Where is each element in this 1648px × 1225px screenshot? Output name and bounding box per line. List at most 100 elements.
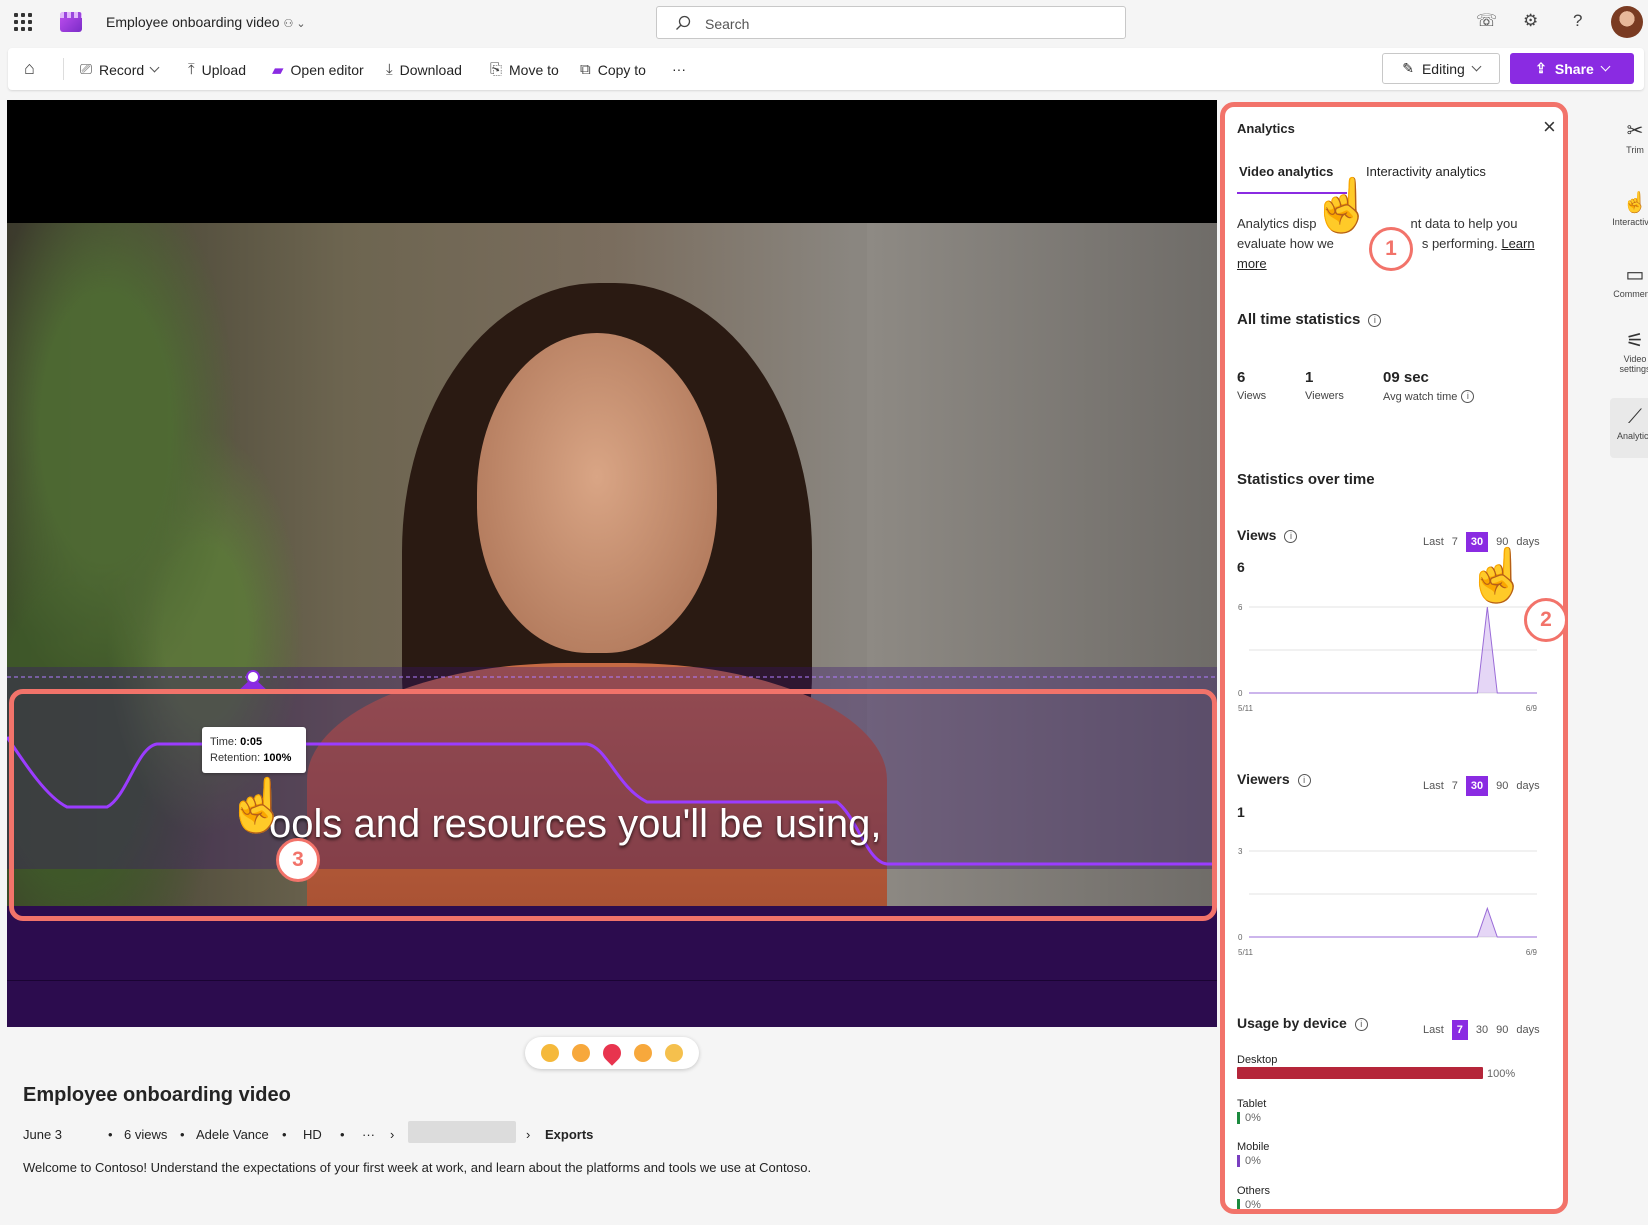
viewers-range-selector: Last 7 30 90 days bbox=[1423, 776, 1540, 796]
device-desktop-label: Desktop bbox=[1237, 1054, 1278, 1066]
tab-interactivity-analytics[interactable]: Interactivity analytics bbox=[1366, 164, 1486, 179]
move-to-button[interactable]: ⎘ Move to bbox=[490, 61, 559, 78]
info-icon[interactable]: i bbox=[1284, 530, 1298, 543]
y-tick-label: 3 bbox=[1238, 847, 1243, 856]
record-button[interactable]: ⎚ Record bbox=[80, 61, 160, 78]
stat-views-value: 6 bbox=[1237, 369, 1246, 386]
stream-logo-icon bbox=[60, 12, 82, 32]
y-tick-label: 0 bbox=[1238, 933, 1243, 942]
surprised-reaction-icon[interactable] bbox=[633, 1044, 652, 1062]
quality-badge: HD bbox=[303, 1127, 322, 1142]
range-7[interactable]: 7 bbox=[1451, 1020, 1468, 1040]
search-box[interactable]: Search bbox=[656, 6, 1126, 39]
views-heading: Views i bbox=[1237, 527, 1298, 543]
search-input[interactable]: Search bbox=[705, 16, 749, 32]
settings-gear-icon[interactable]: ⚙ bbox=[1523, 11, 1538, 31]
usage-by-device-heading: Usage by device i bbox=[1237, 1015, 1368, 1031]
top-bar: Employee onboarding video ⚇ ⌄ Search ☏ ⚙… bbox=[0, 0, 1648, 44]
app-launcher-icon[interactable] bbox=[14, 13, 32, 31]
step-badge-1: 1 bbox=[1369, 227, 1413, 271]
device-tablet-bar bbox=[1237, 1112, 1240, 1124]
rail-trim[interactable]: ✂ Trim bbox=[1604, 118, 1648, 155]
series-area bbox=[1249, 908, 1537, 937]
y-tick-label: 0 bbox=[1238, 689, 1243, 698]
upload-icon: ⤒ bbox=[188, 61, 195, 78]
stat-avg-watch-label: Avg watch time i bbox=[1383, 390, 1475, 403]
stat-viewers-label: Viewers bbox=[1305, 390, 1344, 402]
info-icon[interactable]: i bbox=[1461, 390, 1475, 403]
range-7[interactable]: 7 bbox=[1452, 536, 1458, 548]
rail-comments[interactable]: ▭Comments bbox=[1604, 262, 1648, 299]
editing-mode-button[interactable]: ✎ Editing bbox=[1382, 53, 1500, 84]
pointer-hand-icon: ☝ bbox=[1465, 547, 1530, 605]
retention-scrubber-handle bbox=[246, 670, 260, 684]
viewers-chart: 0 3 5/11 6/9 bbox=[1238, 847, 1538, 957]
author-name[interactable]: Adele Vance bbox=[196, 1127, 269, 1142]
divider bbox=[7, 980, 1217, 981]
user-avatar[interactable] bbox=[1611, 6, 1643, 38]
info-icon[interactable]: i bbox=[1368, 314, 1382, 327]
rail-video-settings[interactable]: ⚟ Video settings bbox=[1604, 330, 1648, 374]
info-icon[interactable]: i bbox=[1297, 774, 1311, 787]
search-icon bbox=[676, 15, 691, 30]
clap-reaction-icon[interactable] bbox=[664, 1044, 683, 1062]
range-7[interactable]: 7 bbox=[1452, 780, 1458, 792]
stat-viewers-value: 1 bbox=[1305, 369, 1314, 386]
feedback-icon[interactable]: ☏ bbox=[1476, 11, 1497, 31]
divider bbox=[63, 58, 64, 80]
move-icon: ⎘ bbox=[490, 61, 503, 78]
breadcrumb-redacted bbox=[408, 1121, 516, 1143]
copy-icon: ⧉ bbox=[580, 61, 591, 78]
x-tick-label: 6/9 bbox=[1526, 704, 1538, 713]
x-tick-label: 5/11 bbox=[1238, 948, 1254, 957]
more-commands-button[interactable]: ··· bbox=[672, 61, 686, 77]
meta-dot: • bbox=[180, 1127, 185, 1142]
x-tick-label: 6/9 bbox=[1526, 948, 1538, 957]
pencil-icon: ✎ bbox=[1402, 60, 1414, 76]
laugh-reaction-icon[interactable] bbox=[572, 1044, 591, 1062]
range-30[interactable]: 30 bbox=[1465, 776, 1489, 796]
clipchamp-icon: ▰ bbox=[272, 62, 284, 79]
range-90[interactable]: 90 bbox=[1496, 1024, 1508, 1036]
video-description: Welcome to Contoso! Understand the expec… bbox=[23, 1160, 812, 1175]
step-badge-3: 3 bbox=[276, 838, 320, 882]
line-chart-icon: ⟋ bbox=[1628, 406, 1642, 428]
download-button[interactable]: ⤓ Download bbox=[386, 61, 462, 78]
copy-to-button[interactable]: ⧉ Copy to bbox=[580, 61, 646, 78]
chevron-down-icon bbox=[1600, 61, 1611, 72]
share-button[interactable]: ⇪ Share bbox=[1510, 53, 1634, 84]
close-icon[interactable]: × bbox=[1543, 114, 1556, 140]
breadcrumb-exports[interactable]: Exports bbox=[545, 1127, 593, 1142]
chevron-right-icon: › bbox=[526, 1127, 531, 1142]
device-others-bar bbox=[1237, 1199, 1240, 1209]
breadcrumb-more-button[interactable]: ··· bbox=[362, 1127, 375, 1142]
meta-dot: • bbox=[282, 1127, 287, 1142]
chevron-down-icon bbox=[149, 62, 160, 73]
info-icon[interactable]: i bbox=[1354, 1018, 1368, 1031]
download-icon: ⤓ bbox=[386, 61, 393, 78]
share-icon: ⇪ bbox=[1535, 60, 1547, 76]
video-title: Employee onboarding video bbox=[23, 1084, 291, 1106]
pointer-hand-icon: ☝ bbox=[225, 777, 290, 835]
like-reaction-icon[interactable] bbox=[541, 1044, 560, 1062]
help-icon[interactable]: ? bbox=[1573, 11, 1582, 31]
range-90[interactable]: 90 bbox=[1496, 780, 1508, 792]
rail-analytics[interactable]: ⟋Analytics bbox=[1604, 406, 1648, 441]
upload-button[interactable]: ⤒ Upload bbox=[188, 61, 246, 78]
viewers-heading: Viewers i bbox=[1237, 771, 1311, 787]
device-tablet-pct: 0% bbox=[1245, 1112, 1261, 1124]
home-icon[interactable]: ⌂ bbox=[24, 58, 35, 79]
chevron-right-icon: › bbox=[390, 1127, 395, 1142]
reactions-bar bbox=[525, 1037, 699, 1069]
panel-title: Analytics bbox=[1237, 121, 1295, 136]
open-editor-button[interactable]: ▰ Open editor bbox=[272, 61, 364, 79]
view-count: 6 views bbox=[124, 1127, 168, 1142]
stat-views-label: Views bbox=[1237, 390, 1267, 402]
rail-interactivity[interactable]: ☝Interactivity bbox=[1604, 190, 1648, 227]
all-time-heading: All time statistics i bbox=[1237, 311, 1382, 328]
toggle-settings-icon: ⚟ bbox=[1626, 330, 1644, 352]
heart-reaction-icon[interactable] bbox=[599, 1040, 625, 1066]
document-title[interactable]: Employee onboarding video ⚇ ⌄ bbox=[106, 14, 306, 30]
stat-avg-watch-value: 09 sec bbox=[1383, 369, 1429, 386]
range-30[interactable]: 30 bbox=[1476, 1024, 1488, 1036]
